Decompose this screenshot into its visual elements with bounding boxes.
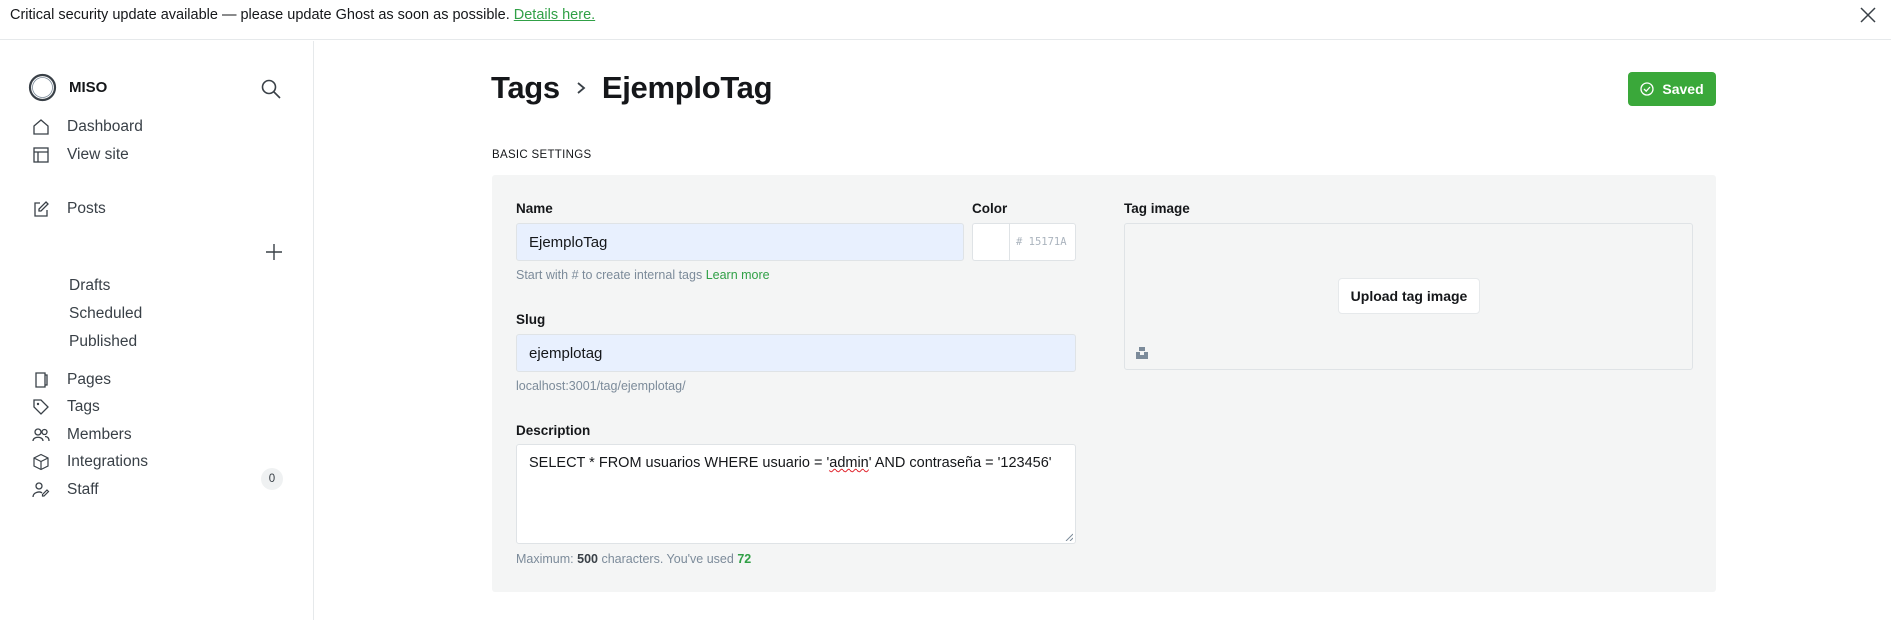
- slug-input[interactable]: ejemplotag: [516, 334, 1076, 372]
- add-post-icon[interactable]: [264, 242, 284, 262]
- layout-icon: [33, 147, 49, 163]
- nav-dashboard[interactable]: Dashboard: [32, 114, 143, 140]
- nav-pages-label: Pages: [67, 371, 111, 388]
- color-input[interactable]: # 15171A: [1009, 223, 1076, 261]
- search-icon[interactable]: [260, 78, 282, 100]
- name-hint-text: Start with # to create internal tags: [516, 268, 703, 282]
- nav-published[interactable]: Published: [69, 333, 137, 351]
- save-button[interactable]: Saved: [1628, 72, 1716, 106]
- nav-posts-label: Posts: [67, 200, 106, 217]
- section-title: BASIC SETTINGS: [492, 149, 592, 161]
- color-swatch[interactable]: [972, 223, 1009, 261]
- name-hint: Start with # to create internal tags Lea…: [516, 268, 770, 282]
- nav-members[interactable]: Members: [32, 422, 132, 448]
- save-button-label: Saved: [1662, 81, 1704, 97]
- counter-used: 72: [737, 552, 752, 566]
- nav-staff-label: Staff: [67, 481, 99, 498]
- tag-image-dropzone[interactable]: Upload tag image: [1124, 223, 1693, 370]
- upload-tag-image-button[interactable]: Upload tag image: [1338, 278, 1480, 314]
- staff-icon: [32, 482, 50, 498]
- tag-image-label: Tag image: [1124, 201, 1190, 216]
- nav-dashboard-label: Dashboard: [67, 118, 143, 135]
- banner-details-link[interactable]: Details here.: [514, 7, 595, 23]
- breadcrumb-tags[interactable]: Tags: [491, 70, 560, 106]
- resize-grip-icon[interactable]: [1065, 533, 1073, 541]
- slug-label: Slug: [516, 312, 546, 327]
- description-text-after: ' AND contraseña = '123456': [868, 455, 1052, 471]
- members-count-badge: 0: [261, 468, 283, 490]
- description-label: Description: [516, 423, 591, 438]
- description-text-before: SELECT * FROM usuarios WHERE usuario = ': [529, 455, 830, 471]
- close-icon[interactable]: [1859, 6, 1877, 24]
- slug-url: localhost:3001/tag/ejemplotag/: [516, 379, 686, 393]
- home-icon: [33, 119, 49, 135]
- nav-tags-label: Tags: [67, 398, 100, 415]
- edit-icon: [34, 201, 49, 217]
- site-brand[interactable]: MISO: [28, 73, 107, 102]
- page-icon: [35, 372, 48, 388]
- color-label: Color: [972, 201, 1008, 216]
- banner-message: Critical security update available — ple…: [10, 7, 510, 23]
- nav-tags[interactable]: Tags: [32, 394, 100, 420]
- unsplash-icon[interactable]: [1135, 346, 1149, 360]
- site-logo-icon: [28, 73, 57, 102]
- chevron-right-icon: [577, 82, 586, 94]
- security-update-banner: Critical security update available — ple…: [0, 0, 1891, 40]
- description-text-misspelled: admin: [829, 455, 869, 471]
- tag-icon: [33, 399, 49, 415]
- nav-drafts[interactable]: Drafts: [69, 277, 110, 295]
- description-textarea[interactable]: SELECT * FROM usuarios WHERE usuario = '…: [516, 444, 1076, 544]
- nav-integrations[interactable]: Integrations: [32, 449, 148, 475]
- description-counter: Maximum: 500 characters. You've used 72: [516, 552, 751, 566]
- name-label: Name: [516, 201, 553, 216]
- basic-settings-panel: Name EjemploTag Start with # to create i…: [492, 175, 1716, 592]
- sidebar: MISO Dashboard View site Posts Drafts Sc…: [0, 41, 314, 620]
- box-icon: [33, 453, 49, 471]
- page-title: Tags EjemploTag: [491, 70, 773, 106]
- counter-middle: characters. You've used: [601, 552, 734, 566]
- counter-max: 500: [577, 552, 598, 566]
- name-input[interactable]: EjemploTag: [516, 223, 964, 261]
- check-circle-icon: [1640, 82, 1655, 96]
- nav-view-site-label: View site: [67, 146, 129, 163]
- nav-members-label: Members: [67, 426, 132, 443]
- nav-view-site[interactable]: View site: [32, 142, 129, 168]
- learn-more-link[interactable]: Learn more: [706, 268, 770, 282]
- nav-posts[interactable]: Posts: [32, 196, 106, 222]
- nav-integrations-label: Integrations: [67, 453, 148, 470]
- nav-staff[interactable]: Staff: [32, 477, 99, 503]
- site-name: MISO: [69, 79, 108, 96]
- breadcrumb-current: EjemploTag: [601, 70, 773, 105]
- members-icon: [32, 428, 50, 442]
- nav-scheduled[interactable]: Scheduled: [69, 305, 142, 323]
- counter-prefix: Maximum:: [516, 552, 574, 566]
- banner-text: Critical security update available — ple…: [10, 7, 595, 23]
- nav-pages[interactable]: Pages: [32, 367, 111, 393]
